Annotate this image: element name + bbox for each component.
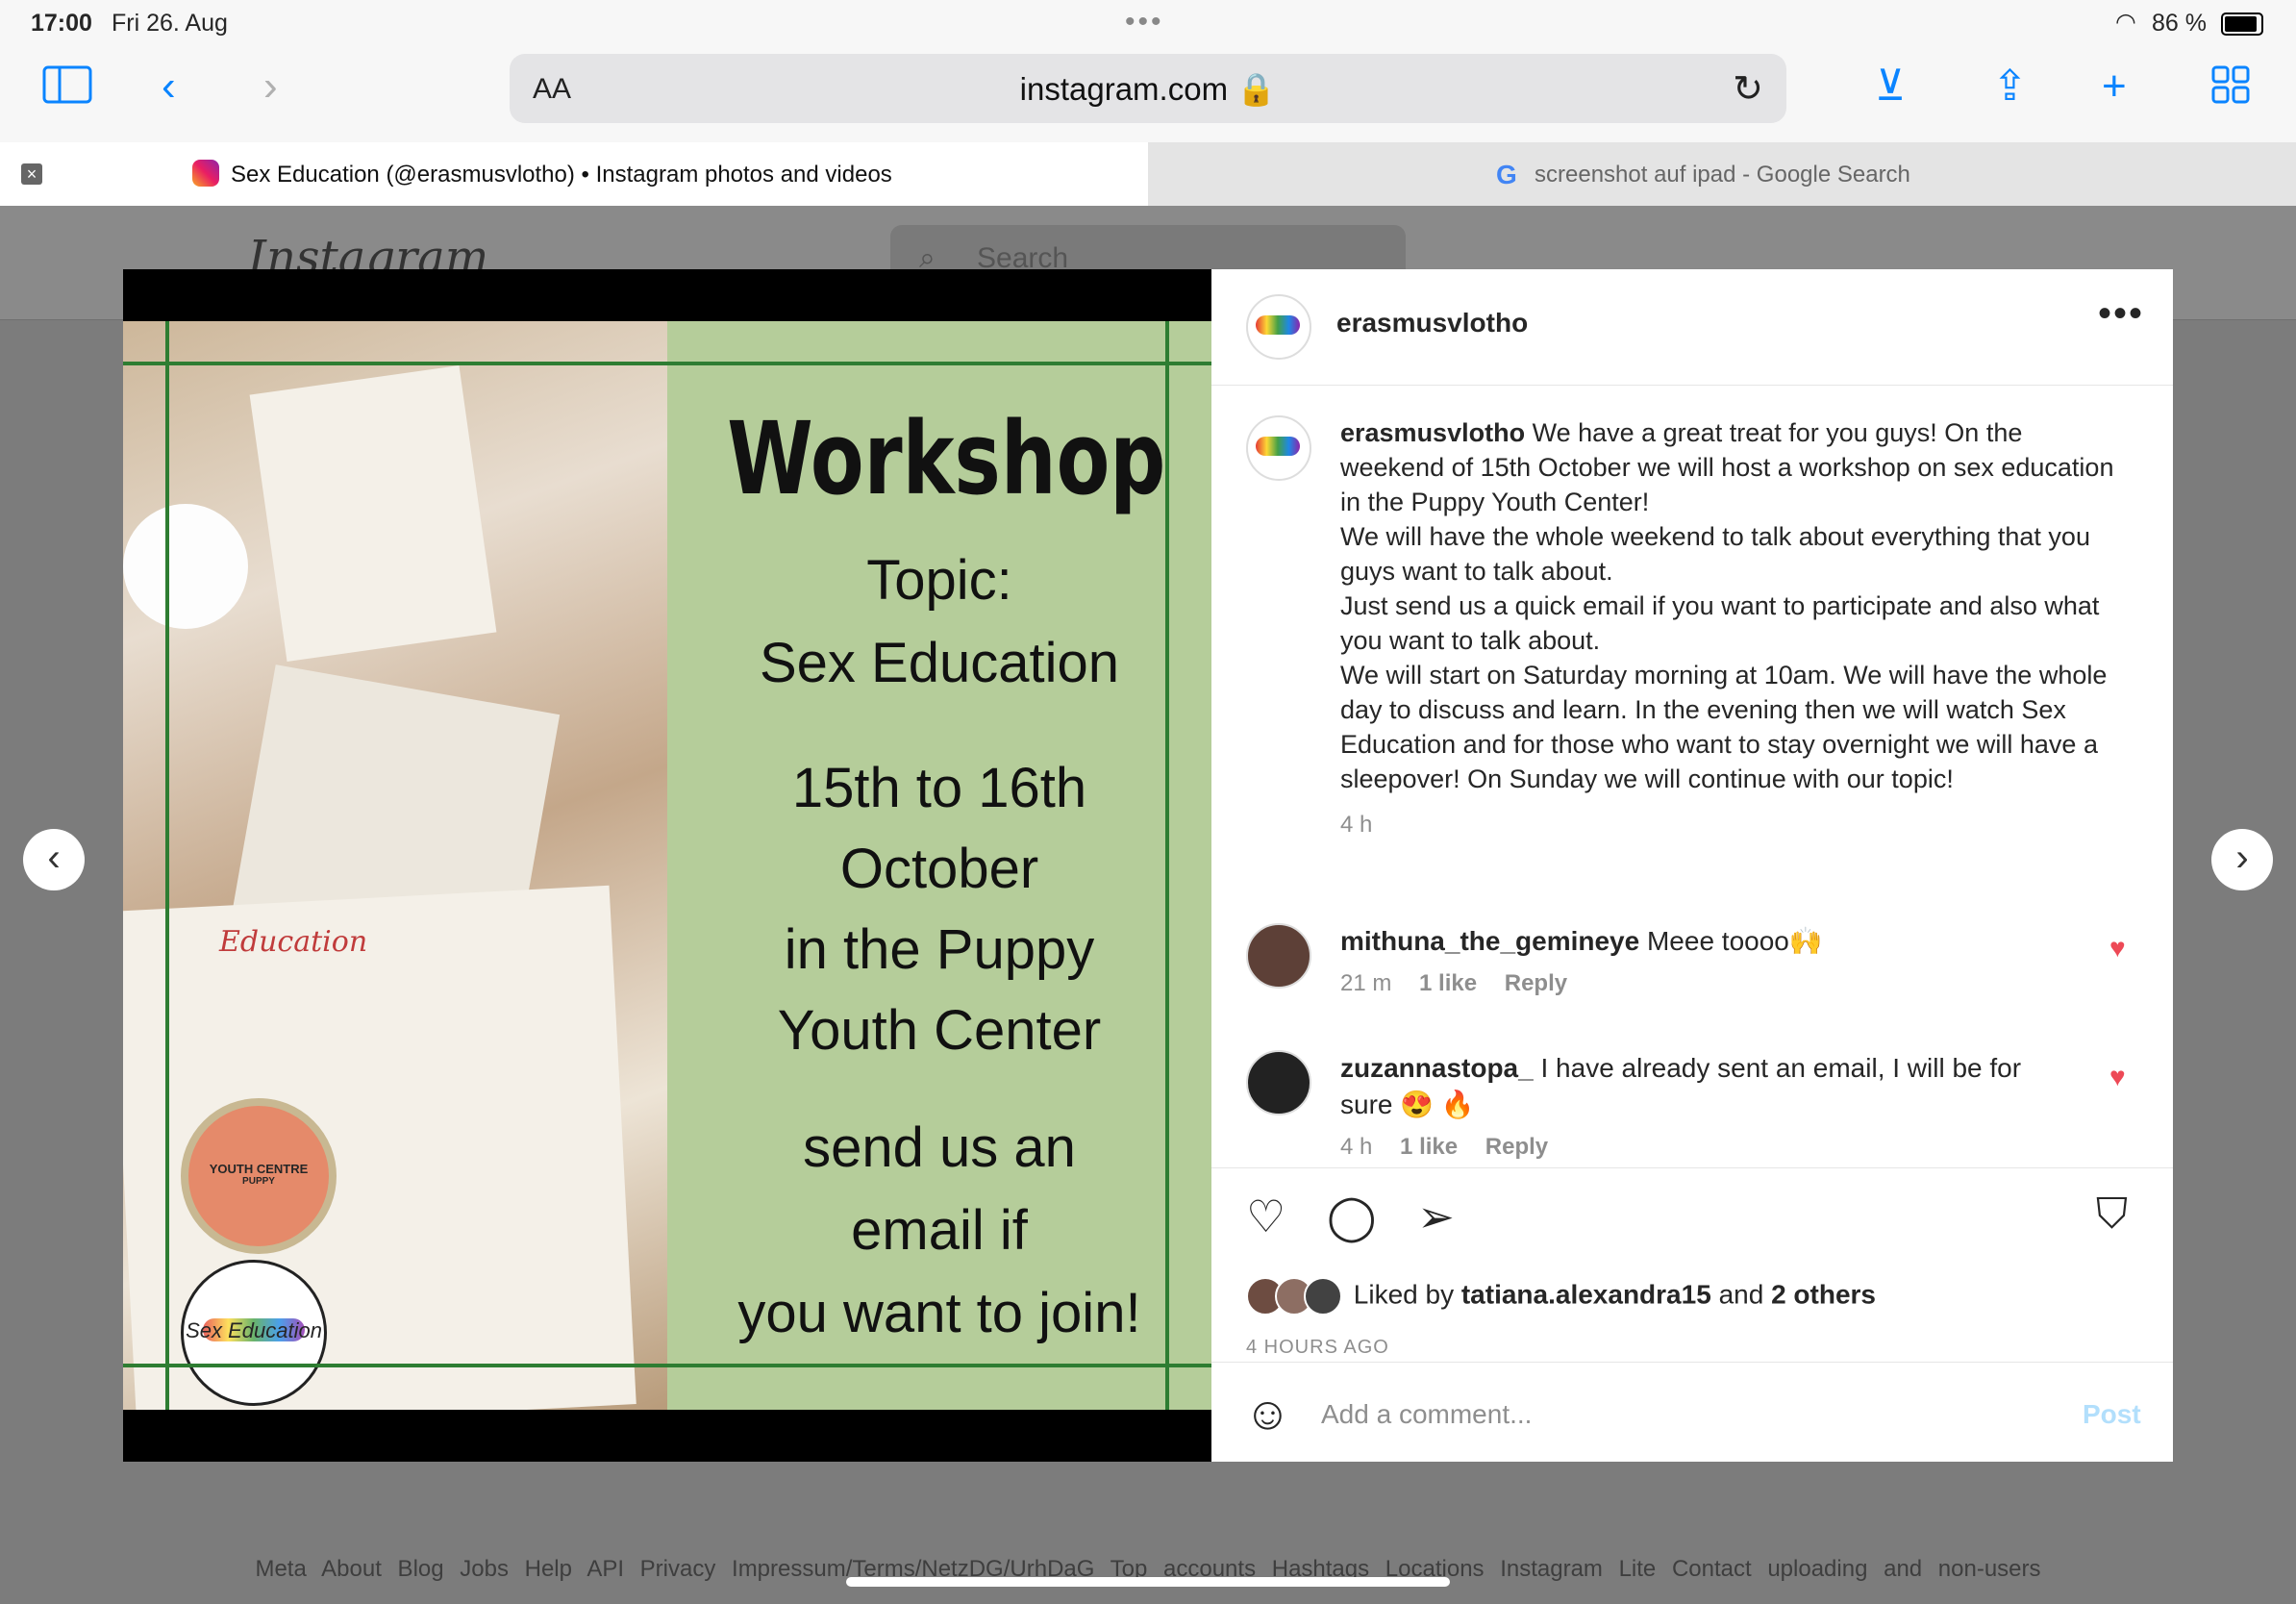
bookmark-icon[interactable]: ⛉: [2096, 1190, 2128, 1239]
post-caption: erasmusvlotho We have a great treat for …: [1340, 415, 2129, 842]
comment-meta: 21 m 1 like Reply: [1340, 965, 2071, 1002]
more-options-icon[interactable]: •••: [2098, 292, 2144, 336]
tab-google[interactable]: G screenshot auf ipad - Google Search: [1148, 142, 2296, 206]
previous-post-button[interactable]: ‹: [23, 829, 85, 890]
tab-bar: × Sex Education (@erasmusvlotho) • Insta…: [0, 142, 2296, 207]
share-icon[interactable]: ⇪: [1992, 65, 2028, 108]
comment-input[interactable]: Add a comment...: [1321, 1399, 1532, 1430]
sidebar-icon[interactable]: [42, 65, 92, 112]
comment-likes[interactable]: 1 like: [1400, 1134, 1458, 1160]
poster-dates-line2: October: [839, 838, 1039, 900]
tab-instagram[interactable]: × Sex Education (@erasmusvlotho) • Insta…: [0, 142, 1148, 206]
comment-time: 4 h: [1340, 1134, 1373, 1160]
multitasking-dots[interactable]: •••: [1125, 6, 1164, 38]
caption-text: We have a great treat for you guys! On t…: [1340, 418, 2114, 793]
liked-by: Liked by tatiana.alexandra15 and 2 other…: [1246, 1277, 1876, 1316]
reload-icon[interactable]: ↻: [1733, 67, 1763, 111]
status-date: Fri 26. Aug: [112, 10, 228, 37]
download-icon[interactable]: ⊻: [1875, 65, 1906, 108]
back-icon[interactable]: ‹: [162, 65, 176, 108]
tab-title: screenshot auf ipad - Google Search: [1535, 162, 1910, 188]
battery-icon: [2221, 13, 2263, 36]
comment-item: mithuna_the_gemineye Meee toooo🙌 21 m 1 …: [1340, 923, 2071, 1002]
comment-username[interactable]: zuzannastopa_: [1340, 1053, 1534, 1083]
poster-headline: Workshop: [727, 400, 1166, 517]
comment-text: Meee toooo🙌: [1646, 926, 1823, 956]
post-image[interactable]: Education YOUTH CENTRE PUPPY Sex Educati…: [123, 321, 1211, 1410]
url-text: instagram.com 🔒: [1019, 71, 1277, 107]
comment-meta: 4 h 1 like Reply: [1340, 1129, 2071, 1165]
youth-centre-logo: YOUTH CENTRE PUPPY: [181, 1098, 337, 1254]
comment-like-heart-icon[interactable]: ♥: [2109, 1062, 2126, 1092]
share-icon[interactable]: ➢: [1417, 1191, 1455, 1241]
poster-topic: Sex Education: [759, 632, 1120, 694]
poster-place-line2: Youth Center: [777, 999, 1102, 1062]
post-time: 4 HOURS AGO: [1246, 1337, 1389, 1358]
caption-timestamp: 4 h: [1340, 812, 1373, 838]
poster-text-panel: Workshop Topic: Sex Education 15th to 16…: [667, 321, 1211, 1410]
comment-likes[interactable]: 1 like: [1419, 970, 1477, 996]
author-username[interactable]: erasmusvlotho: [1336, 308, 1528, 338]
google-favicon-icon: G: [1496, 160, 1517, 189]
browser-toolbar: ‹ › AA instagram.com 🔒 ↻ ⊻ ⇪ +: [0, 46, 2296, 142]
comment-reply-button[interactable]: Reply: [1485, 1134, 1548, 1160]
close-tab-icon[interactable]: ×: [21, 163, 42, 185]
tab-overview-icon[interactable]: [2211, 65, 2250, 112]
poster-cta-line2: email if: [851, 1199, 1028, 1262]
caption-avatar[interactable]: [1246, 415, 1311, 481]
emoji-icon[interactable]: ☺: [1244, 1388, 1291, 1441]
poster-dates-line1: 15th to 16th: [791, 757, 1087, 819]
poster-frame-line: [1165, 321, 1169, 1410]
poster-frame-line: [123, 1364, 1211, 1367]
status-bar: 17:00 Fri 26. Aug ••• ◠ 86 %: [0, 0, 2296, 46]
divider: [1211, 1167, 2173, 1168]
comment-icon[interactable]: ◯: [1327, 1191, 1376, 1241]
poster-cta-line1: send us an: [803, 1116, 1076, 1179]
poster-place-line1: in the Puppy: [784, 918, 1095, 981]
instagram-favicon-icon: [192, 160, 219, 187]
like-icon[interactable]: ♡: [1246, 1191, 1285, 1241]
comment-username[interactable]: mithuna_the_gemineye: [1340, 926, 1639, 956]
post-sidebar: erasmusvlotho ••• erasmusvlotho We have …: [1211, 269, 2173, 1462]
post-actions: ♡ ◯ ➢: [1246, 1190, 1484, 1242]
next-post-button[interactable]: ›: [2211, 829, 2273, 890]
caption-username[interactable]: erasmusvlotho: [1340, 418, 1525, 447]
comment-like-heart-icon[interactable]: ♥: [2109, 933, 2126, 964]
home-indicator[interactable]: [846, 1577, 1450, 1587]
forward-icon[interactable]: ›: [263, 65, 278, 108]
sex-education-logo: Sex Education: [181, 1260, 327, 1406]
liked-others[interactable]: 2 others: [1771, 1279, 1876, 1309]
post-comment-button[interactable]: Post: [2083, 1399, 2141, 1430]
lock-icon: 🔒: [1236, 71, 1277, 107]
commenter-avatar[interactable]: [1246, 923, 1311, 989]
photo-handwritten-text: Education: [219, 925, 368, 959]
poster-frame-line: [123, 362, 1211, 365]
tab-title: Sex Education (@erasmusvlotho) • Instagr…: [231, 162, 892, 188]
liked-and: and: [1718, 1279, 1764, 1310]
commenter-avatar[interactable]: [1246, 1050, 1311, 1115]
comment-time: 21 m: [1340, 970, 1392, 996]
poster-topic-label: Topic:: [866, 549, 1012, 612]
liked-user[interactable]: tatiana.alexandra15: [1461, 1279, 1711, 1309]
new-tab-icon[interactable]: +: [2102, 65, 2127, 108]
liked-prefix: Liked by: [1353, 1279, 1455, 1310]
poster-frame-line: [165, 321, 169, 1410]
author-avatar[interactable]: [1246, 294, 1311, 360]
post-modal: Education YOUTH CENTRE PUPPY Sex Educati…: [123, 269, 2173, 1462]
wifi-icon: ◠: [2115, 9, 2136, 36]
workshop-photo: Education YOUTH CENTRE PUPPY Sex Educati…: [123, 321, 667, 1410]
battery-percent: 86 %: [2152, 10, 2207, 37]
address-bar[interactable]: AA instagram.com 🔒 ↻: [510, 54, 1786, 123]
comment-item: zuzannastopa_ I have already sent an ema…: [1340, 1050, 2071, 1165]
poster-cta-line3: you want to join!: [737, 1282, 1141, 1344]
comment-reply-button[interactable]: Reply: [1505, 970, 1567, 996]
status-time: 17:00: [31, 10, 92, 37]
add-comment-bar: ☺ Add a comment... Post: [1211, 1362, 2173, 1463]
liker-avatars[interactable]: [1246, 1277, 1346, 1316]
divider: [1211, 385, 2173, 386]
